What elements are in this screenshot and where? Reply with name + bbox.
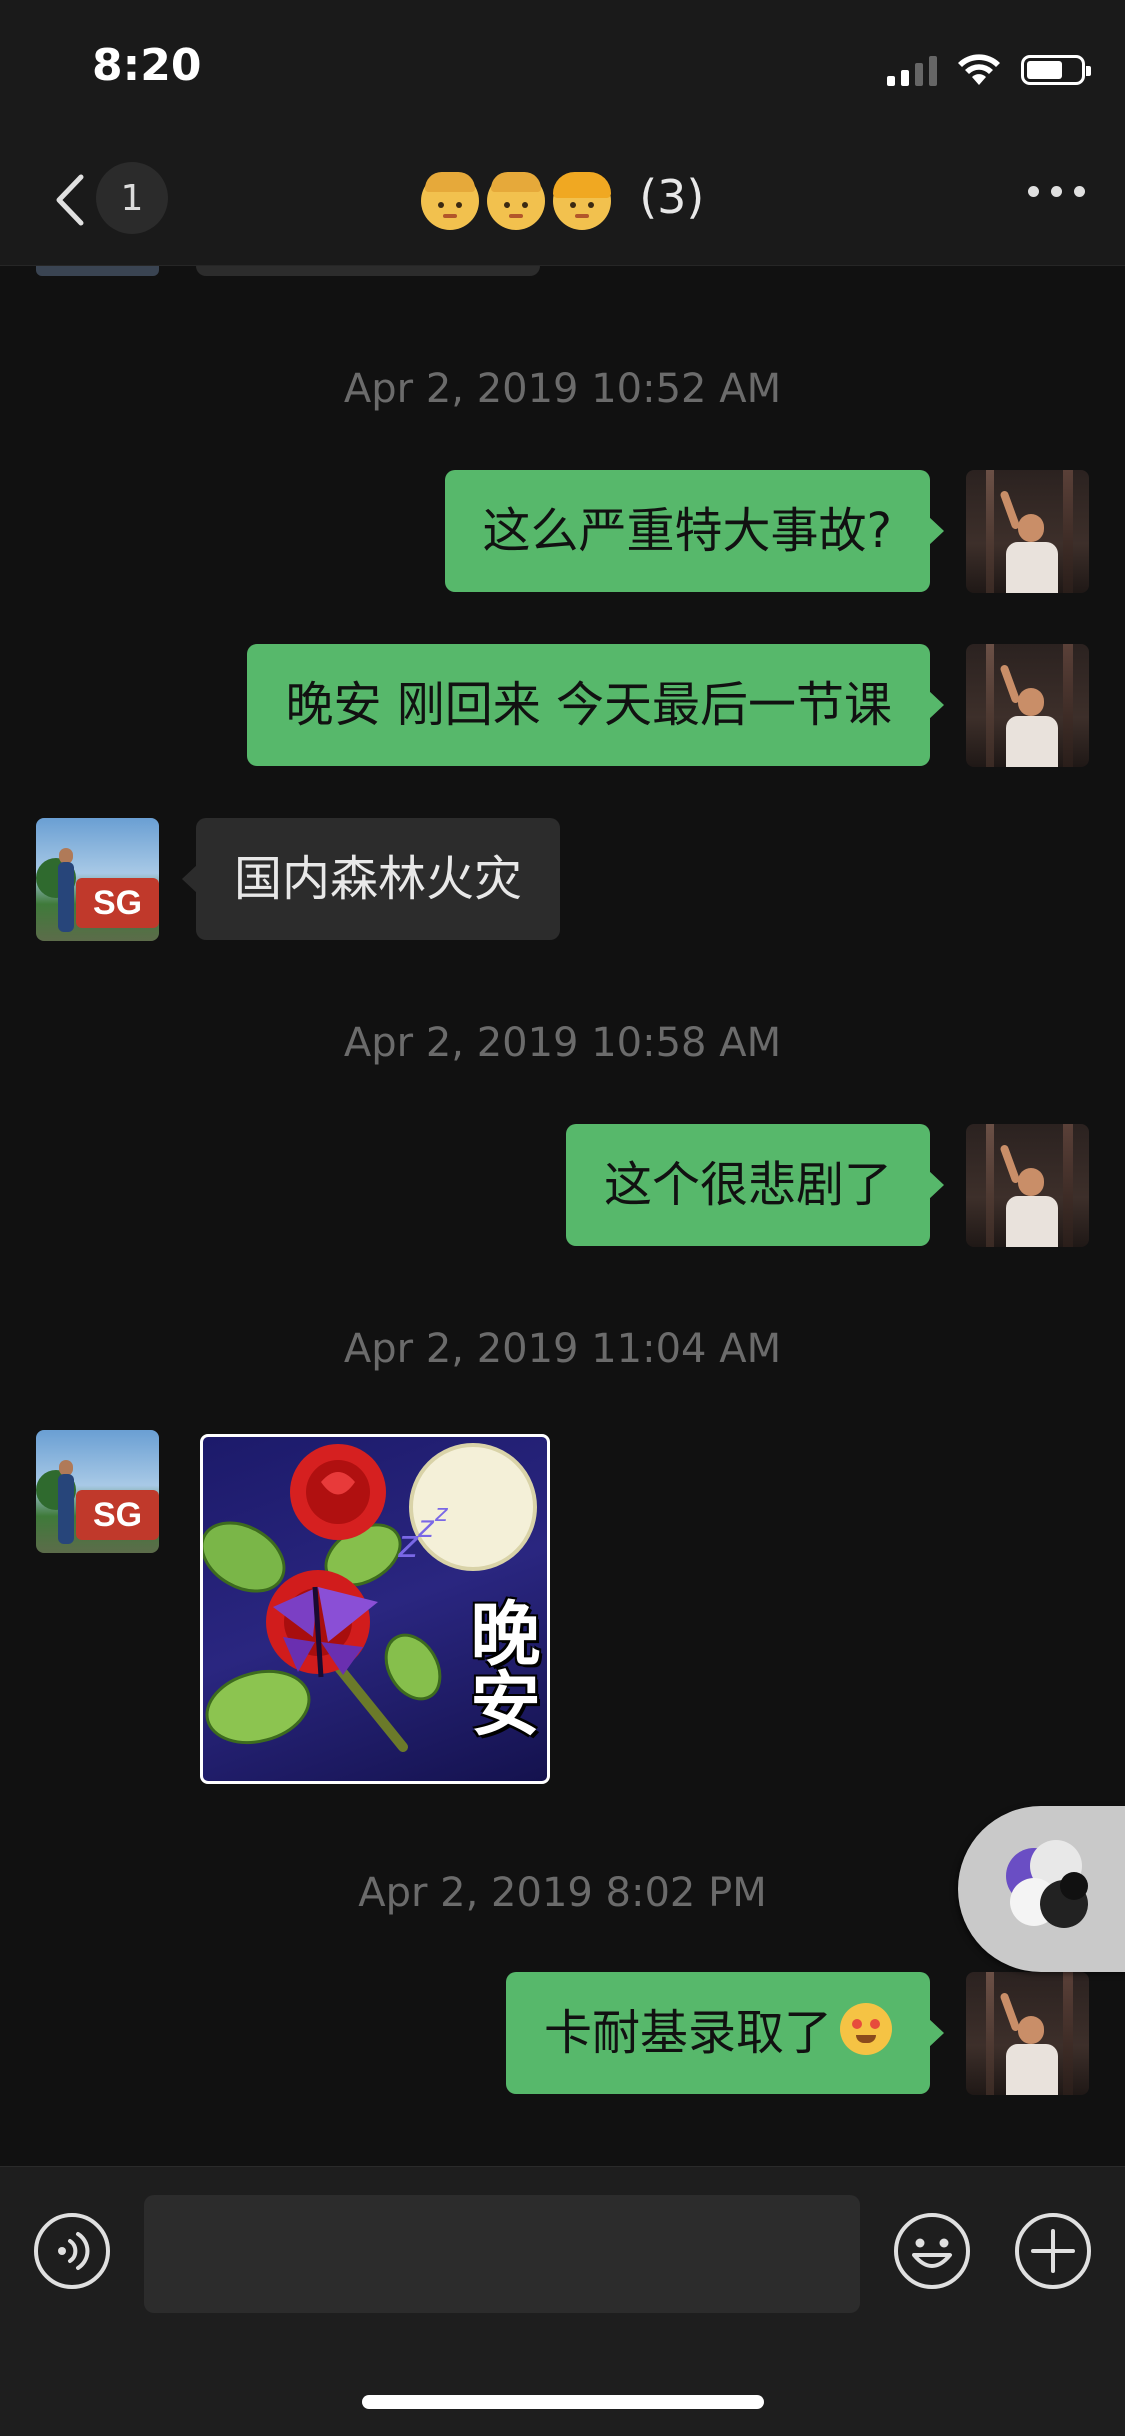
message-bubble-me[interactable]: 这个很悲剧了 — [565, 1124, 945, 1246]
svg-text:z: z — [397, 1522, 419, 1566]
timestamp: Apr 2, 2019 10:52 AM — [343, 366, 782, 412]
more-dots-icon[interactable] — [1028, 186, 1085, 197]
title-emojis — [420, 171, 611, 230]
avatar-me[interactable] — [966, 1124, 1089, 1247]
message-list[interactable]: Apr 2, 2019 10:52 AM 这么严重特大事故? 晚安 刚回来 今天… — [0, 266, 1125, 2166]
avatar-me[interactable] — [966, 470, 1089, 593]
avatar-other[interactable]: SG — [36, 1430, 159, 1553]
sticker-message[interactable]: z z z 晚安 — [200, 1434, 550, 1784]
message-input[interactable] — [144, 2195, 860, 2313]
message-bubble-me[interactable]: 晚安 刚回来 今天最后一节课 — [247, 644, 944, 766]
message-bubble[interactable] — [196, 266, 540, 276]
svg-text:z: z — [417, 1510, 435, 1545]
status-time: 8:20 — [92, 40, 202, 91]
voice-input-icon — [34, 2213, 110, 2289]
battery-icon — [1021, 55, 1091, 85]
nav-bar: 1 (3) — [0, 140, 1125, 266]
wifi-icon — [958, 54, 1000, 85]
timestamp: Apr 2, 2019 8:02 PM — [358, 1870, 767, 1916]
voice-input-button[interactable] — [32, 2211, 112, 2291]
plus-button[interactable] — [1013, 2211, 1093, 2291]
emoji-button[interactable] — [892, 2211, 972, 2291]
timestamp: Apr 2, 2019 10:58 AM — [343, 1020, 782, 1066]
boy-face-emoji — [486, 171, 545, 230]
floating-window-button[interactable] — [958, 1806, 1125, 1972]
svg-text:z: z — [434, 1499, 449, 1527]
message-bubble-me[interactable]: 卡耐基录取了 — [505, 1972, 945, 2094]
message-bubble-me[interactable]: 这么严重特大事故? — [444, 470, 945, 592]
status-icons — [887, 48, 1091, 92]
avatar-me[interactable] — [966, 1972, 1089, 2095]
chat-screen: 8:20 1 (3) Apr 2, 2019 10:52 AM 这么严重特大事故… — [0, 0, 1125, 2436]
heart-eyes-emoji — [840, 2003, 892, 2055]
man-face-emoji — [420, 171, 479, 230]
timestamp: Apr 2, 2019 11:04 AM — [343, 1326, 782, 1372]
member-count: (3) — [639, 170, 705, 224]
chat-title[interactable]: (3) — [0, 170, 1125, 230]
smiley-icon — [894, 2213, 970, 2289]
cellular-signal-icon — [887, 54, 937, 86]
avatar-me[interactable] — [966, 644, 1089, 767]
avatar[interactable] — [36, 266, 159, 276]
status-bar: 8:20 — [0, 0, 1125, 140]
message-text: 卡耐基录取了 — [543, 2005, 832, 2061]
sticker-caption: 晚安 — [459, 1597, 541, 1737]
message-bubble-other[interactable]: 国内森林火灾 — [181, 818, 561, 940]
floating-window-icon — [1006, 1840, 1088, 1928]
woman-face-emoji — [552, 171, 611, 230]
avatar-other[interactable]: SG — [36, 818, 159, 941]
home-indicator[interactable] — [362, 2395, 764, 2409]
plus-circle-icon — [1015, 2213, 1091, 2289]
